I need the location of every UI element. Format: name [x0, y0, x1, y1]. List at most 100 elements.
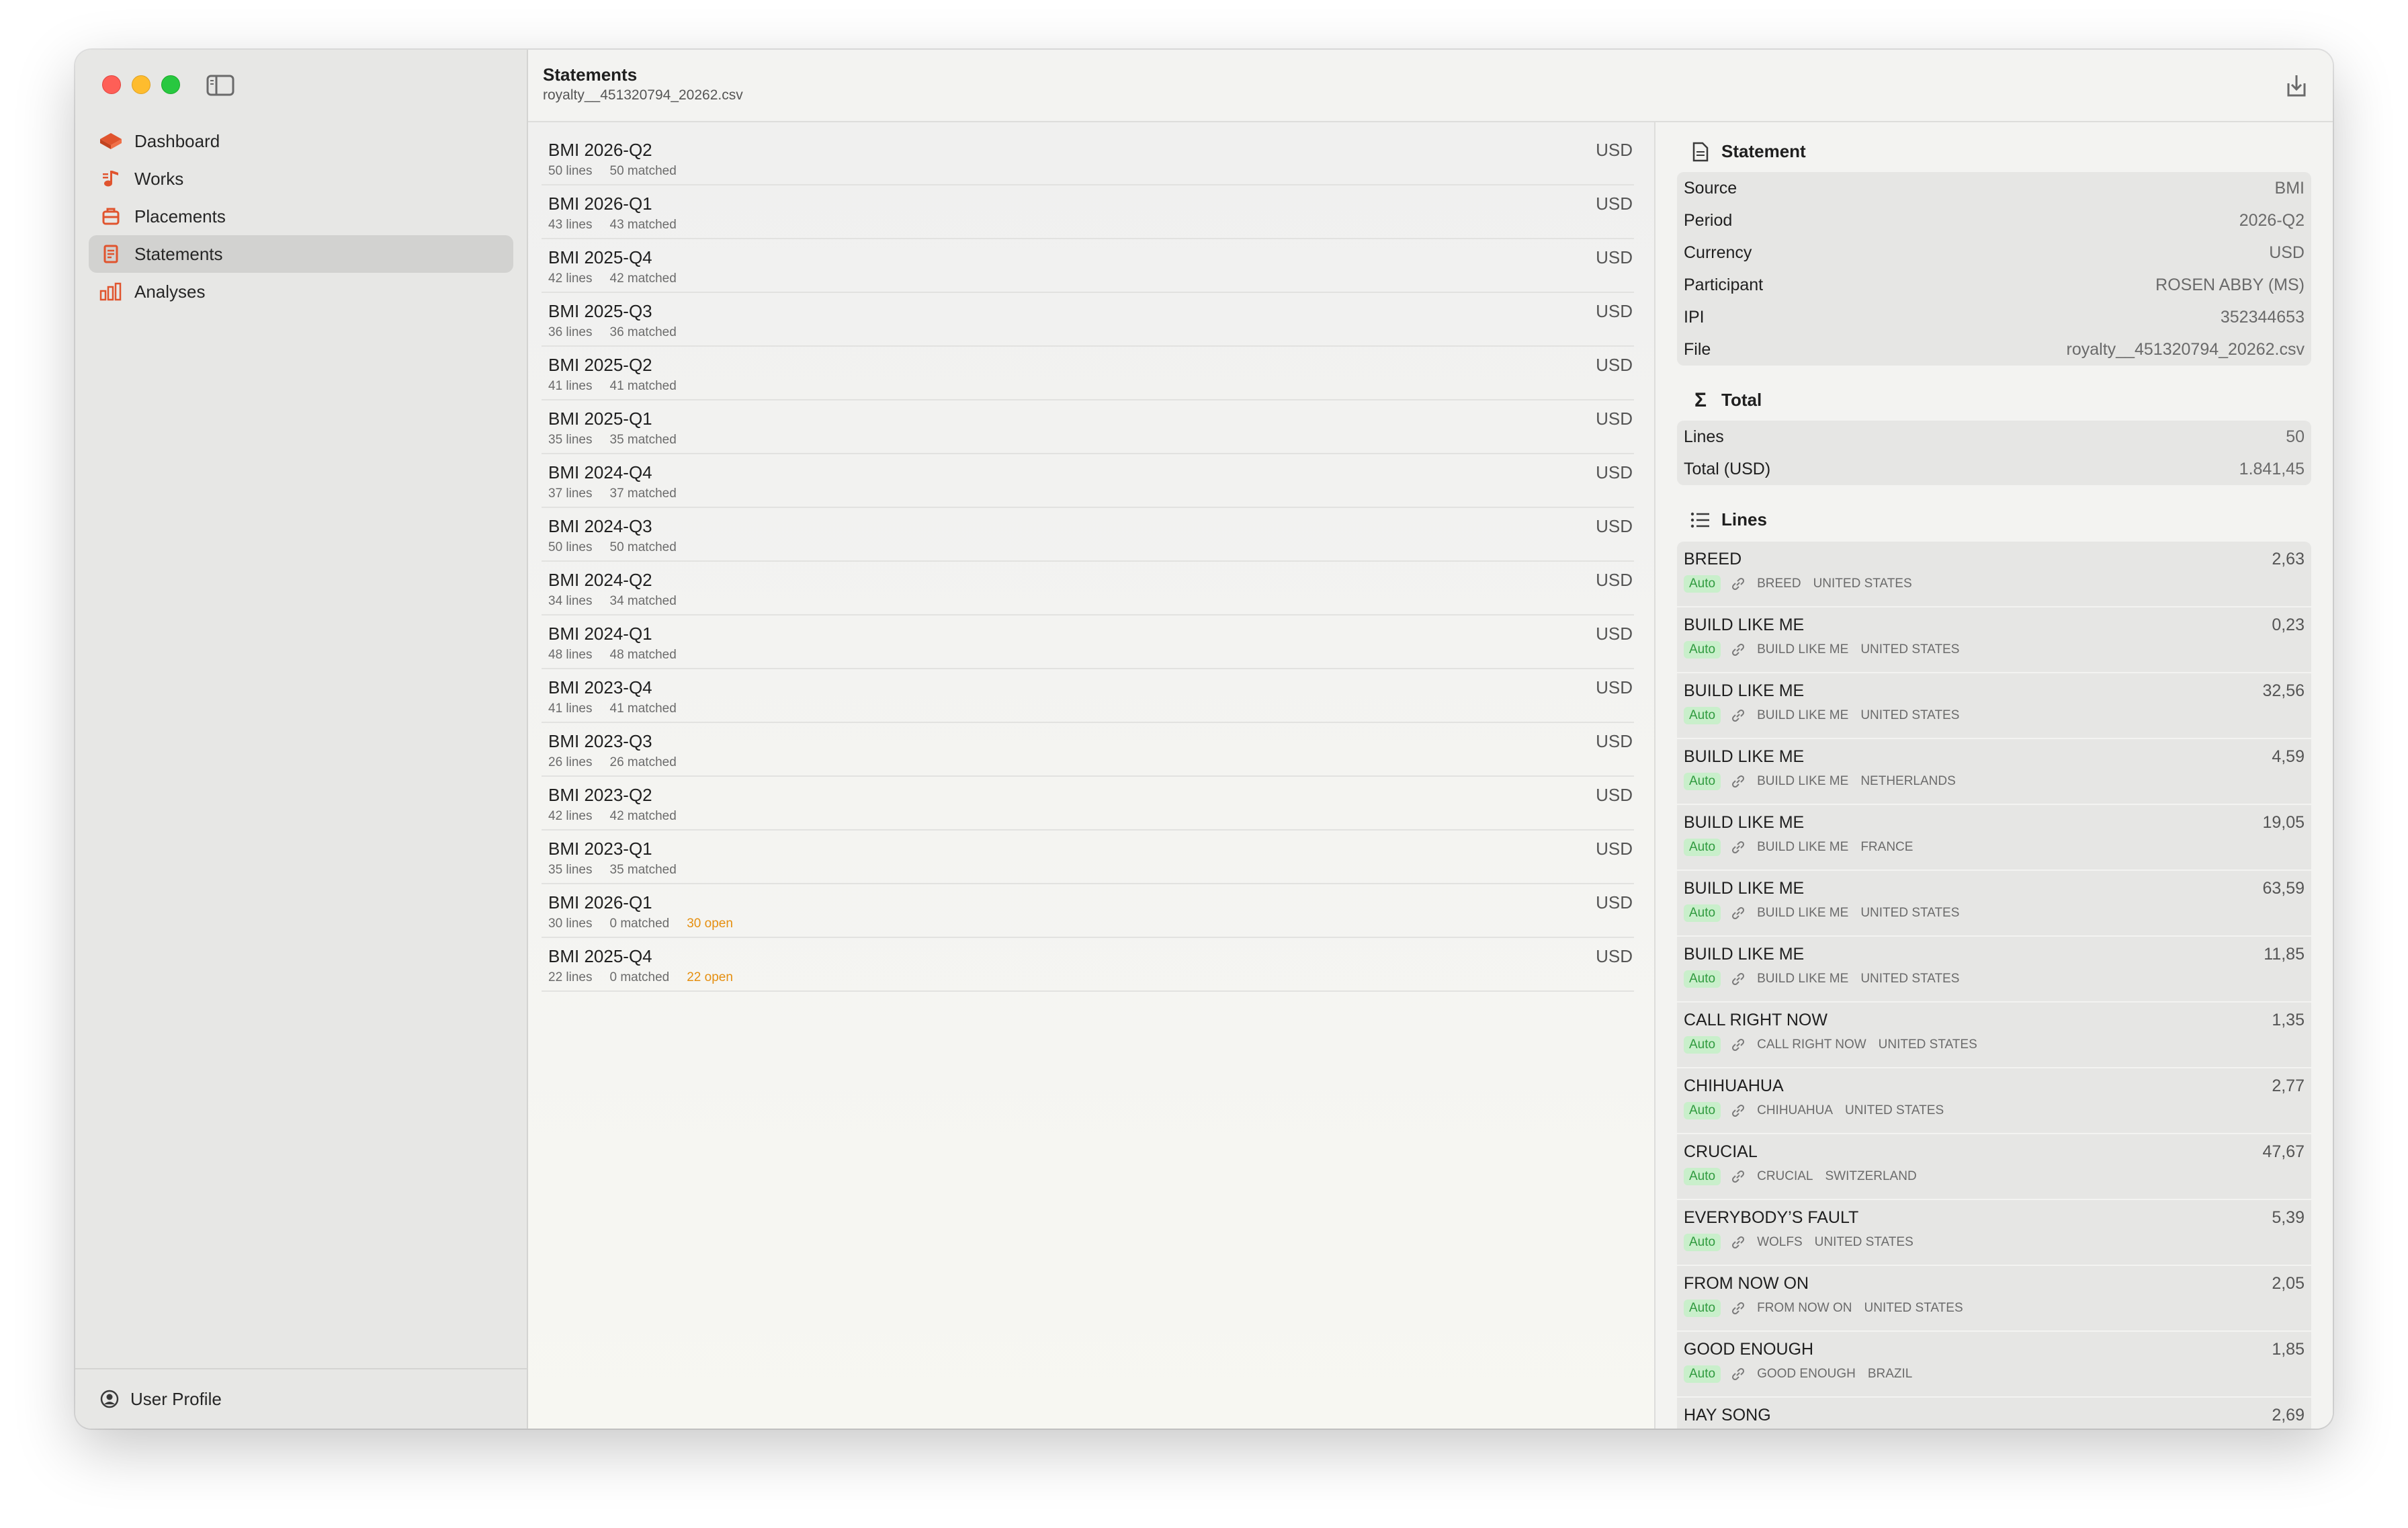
line-territory: SWITZERLAND	[1825, 1169, 1917, 1183]
statement-line-count: 30 lines	[548, 917, 593, 931]
minimize-window-button[interactable]	[132, 75, 150, 94]
link-icon	[1730, 708, 1746, 724]
statement-currency: USD	[1596, 409, 1633, 429]
statement-name: BMI 2023-Q3	[548, 731, 652, 751]
statement-row[interactable]: BMI 2024-Q4 37 lines 37 matched USD	[542, 456, 1634, 508]
statement-row[interactable]: BMI 2025-Q4 22 lines 0 matched 22 open USD	[542, 939, 1634, 992]
link-icon	[1730, 1103, 1746, 1119]
sidebar-item-works[interactable]: Works	[89, 160, 513, 198]
statement-currency: USD	[1596, 194, 1633, 214]
statement-meta: 50 lines 50 matched	[548, 540, 677, 555]
statement-meta: 26 lines 26 matched	[548, 755, 677, 770]
statement-meta: 42 lines 42 matched	[548, 271, 677, 286]
statement-matched-count: 48 matched	[609, 648, 677, 662]
line-item[interactable]: CALL RIGHT NOW 1,35 Auto CALL RIGHT NOW UNIT…	[1677, 1003, 2311, 1068]
statement-line-count: 50 lines	[548, 540, 593, 554]
line-meta: Auto GOOD ENOUGH BRAZIL	[1684, 1365, 1912, 1383]
statement-row[interactable]: BMI 2025-Q3 36 lines 36 matched USD	[542, 294, 1634, 347]
statement-row[interactable]: BMI 2024-Q1 48 lines 48 matched USD	[542, 617, 1634, 669]
info-value: BMI	[2274, 179, 2305, 198]
statement-meta: 42 lines 42 matched	[548, 809, 677, 824]
line-territory: UNITED STATES	[1860, 642, 1960, 656]
statement-open-count: 30 open	[687, 917, 733, 931]
sidebar-item-statements[interactable]: Statements	[89, 235, 513, 273]
page-subtitle: royalty__451320794_20262.csv	[543, 87, 743, 103]
statement-row[interactable]: BMI 2025-Q1 35 lines 35 matched USD	[542, 402, 1634, 454]
line-title: CALL RIGHT NOW	[1684, 1011, 1828, 1029]
line-item[interactable]: BUILD LIKE ME 4,59 Auto BUILD LIKE ME NETHER…	[1677, 739, 2311, 805]
line-title: BUILD LIKE ME	[1684, 945, 1805, 964]
info-row: Currency USD	[1677, 237, 2311, 269]
statement-info-card: Source BMI Period 2026-Q2 Currency USD Partici…	[1677, 172, 2311, 366]
line-item[interactable]: GOOD ENOUGH 1,85 Auto GOOD ENOUGH BRAZIL	[1677, 1332, 2311, 1398]
info-value: 1.841,45	[2239, 460, 2305, 478]
statement-row[interactable]: BMI 2026-Q1 30 lines 0 matched 30 open USD	[542, 886, 1634, 938]
statement-line-count: 42 lines	[548, 809, 593, 823]
line-item[interactable]: BUILD LIKE ME 32,56 Auto BUILD LIKE ME UNITE…	[1677, 673, 2311, 739]
user-circle-icon	[99, 1389, 120, 1409]
info-key: Period	[1684, 211, 1733, 230]
statement-row[interactable]: BMI 2026-Q2 50 lines 50 matched USD	[542, 133, 1634, 185]
line-territory: UNITED STATES	[1845, 1103, 1944, 1117]
sidebar-item-analyses[interactable]: Analyses	[89, 273, 513, 310]
match-status-badge: Auto	[1684, 1300, 1721, 1317]
statement-matched-count: 43 matched	[609, 218, 677, 232]
line-item[interactable]: HAY SONG 2,69	[1677, 1398, 2311, 1429]
line-item[interactable]: BUILD LIKE ME 0,23 Auto BUILD LIKE ME UNITED…	[1677, 607, 2311, 673]
statement-row[interactable]: BMI 2026-Q1 43 lines 43 matched USD	[542, 187, 1634, 239]
line-title: BUILD LIKE ME	[1684, 879, 1805, 898]
sidebar-item-dashboard[interactable]: Dashboard	[89, 122, 513, 160]
statement-currency: USD	[1596, 462, 1633, 482]
line-item[interactable]: BUILD LIKE ME 63,59 Auto BUILD LIKE ME UNITE…	[1677, 871, 2311, 937]
statement-matched-count: 35 matched	[609, 433, 677, 447]
statement-meta: 35 lines 35 matched	[548, 863, 677, 878]
line-title: HAY SONG	[1684, 1406, 1771, 1425]
line-title: BUILD LIKE ME	[1684, 616, 1805, 634]
line-item[interactable]: BREED 2,63 Auto BREED UNITED STATES	[1677, 542, 2311, 607]
sidebar-item-placements[interactable]: Placements	[89, 198, 513, 235]
statement-row[interactable]: BMI 2023-Q4 41 lines 41 matched USD	[542, 671, 1634, 723]
statement-row[interactable]: BMI 2025-Q4 42 lines 42 matched USD	[542, 241, 1634, 293]
close-window-button[interactable]	[102, 75, 121, 94]
statement-name: BMI 2024-Q2	[548, 570, 652, 590]
statement-currency: USD	[1596, 892, 1633, 912]
statement-name: BMI 2025-Q4	[548, 247, 652, 267]
line-item[interactable]: CRUCIAL 47,67 Auto CRUCIAL SWITZERLAND	[1677, 1134, 2311, 1200]
line-item[interactable]: BUILD LIKE ME 11,85 Auto BUILD LIKE ME UNITE…	[1677, 937, 2311, 1003]
statement-name: BMI 2026-Q1	[548, 194, 652, 214]
statement-meta: 37 lines 37 matched	[548, 486, 677, 501]
line-item[interactable]: BUILD LIKE ME 19,05 Auto BUILD LIKE ME FRANC…	[1677, 805, 2311, 871]
statements-list: BMI 2026-Q2 50 lines 50 matched USD BMI 2026…	[528, 122, 1656, 1429]
music-note-icon	[98, 166, 124, 192]
sidebar-toggle-icon[interactable]	[206, 74, 235, 97]
line-territory: UNITED STATES	[1813, 577, 1912, 591]
statement-line-count: 35 lines	[548, 433, 593, 447]
statement-meta: 36 lines 36 matched	[548, 325, 677, 340]
statement-line-count: 41 lines	[548, 702, 593, 716]
statement-detail: Statement Source BMI Period 2026-Q2 Currency…	[1656, 122, 2333, 1429]
statement-row[interactable]: BMI 2023-Q2 42 lines 42 matched USD	[542, 778, 1634, 831]
statement-currency: USD	[1596, 624, 1633, 644]
link-icon	[1730, 839, 1746, 855]
line-item[interactable]: EVERYBODY’S FAULT 5,39 Auto WOLFS UNITED STA…	[1677, 1200, 2311, 1266]
statement-row[interactable]: BMI 2024-Q3 50 lines 50 matched USD	[542, 509, 1634, 562]
statement-name: BMI 2023-Q1	[548, 839, 652, 859]
export-icon[interactable]	[2284, 73, 2309, 99]
line-item[interactable]: FROM NOW ON 2,05 Auto FROM NOW ON UNITED STA…	[1677, 1266, 2311, 1332]
sidebar-item-label: Analyses	[134, 281, 206, 302]
statement-row[interactable]: BMI 2023-Q1 35 lines 35 matched USD	[542, 832, 1634, 884]
zoom-window-button[interactable]	[161, 75, 180, 94]
line-work: BUILD LIKE ME	[1757, 708, 1849, 722]
statement-meta: 35 lines 35 matched	[548, 433, 677, 448]
statement-row[interactable]: BMI 2025-Q2 41 lines 41 matched USD	[542, 348, 1634, 400]
statement-currency: USD	[1596, 570, 1633, 590]
statement-matched-count: 26 matched	[609, 755, 677, 769]
page-title: Statements	[543, 65, 638, 85]
sidebar-item-label: Dashboard	[134, 130, 220, 151]
statement-row[interactable]: BMI 2023-Q3 26 lines 26 matched USD	[542, 724, 1634, 777]
line-item[interactable]: CHIHUAHUA 2,77 Auto CHIHUAHUA UNITED STATES	[1677, 1068, 2311, 1134]
line-work: BUILD LIKE ME	[1757, 774, 1849, 788]
statement-row[interactable]: BMI 2024-Q2 34 lines 34 matched USD	[542, 563, 1634, 616]
link-icon	[1730, 1300, 1746, 1316]
user-profile-button[interactable]: User Profile	[75, 1368, 527, 1429]
